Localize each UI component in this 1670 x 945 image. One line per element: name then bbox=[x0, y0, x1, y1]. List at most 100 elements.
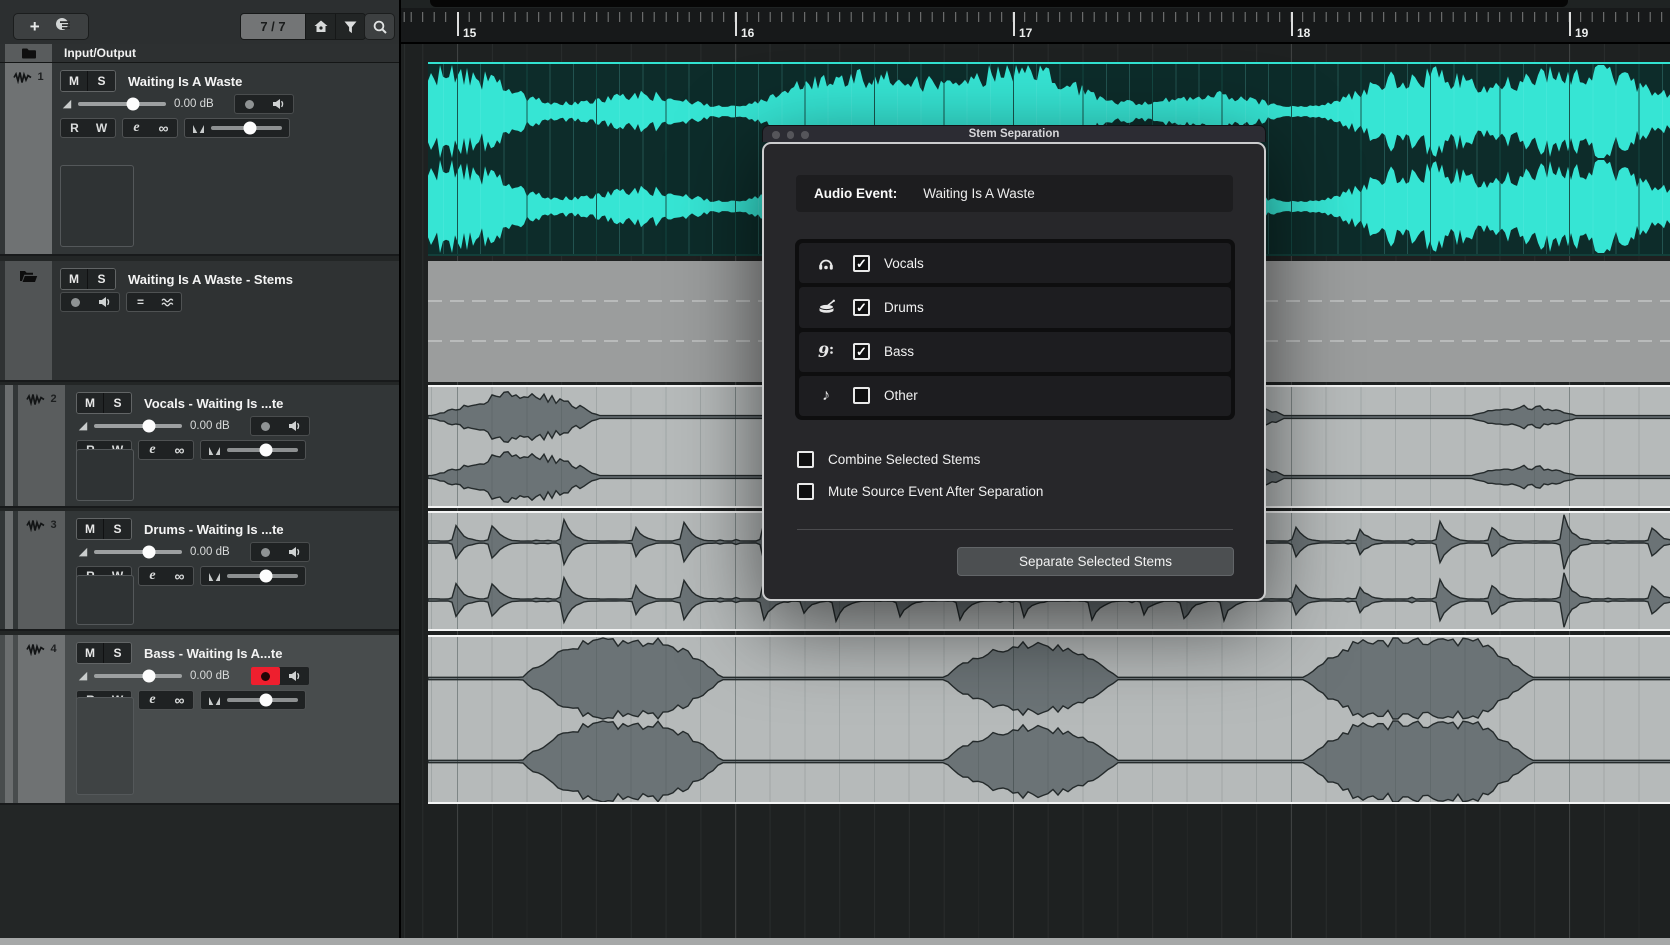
volume-ramp-icon: ◢ bbox=[60, 94, 74, 114]
io-channel-row[interactable]: Input/Output bbox=[0, 44, 399, 63]
stem-row-drums[interactable]: ✓ Drums bbox=[799, 287, 1231, 327]
track-name[interactable]: Vocals - Waiting Is ...te bbox=[144, 396, 283, 411]
track-header-3[interactable]: 3 M S Drums - Waiting Is ...te ◢ 0.00 dB bbox=[0, 511, 399, 631]
track-color-cell[interactable]: 1 bbox=[5, 63, 52, 254]
edit-channel-button[interactable]: e bbox=[139, 692, 166, 708]
track-versions-box[interactable] bbox=[76, 575, 134, 625]
track-header-2[interactable]: 2 M S Vocals - Waiting Is ...te ◢ 0.00 d… bbox=[0, 385, 399, 508]
record-enable-button[interactable] bbox=[251, 417, 280, 435]
drums-checkbox[interactable]: ✓ bbox=[853, 299, 870, 316]
track-name[interactable]: Drums - Waiting Is ...te bbox=[144, 522, 284, 537]
volume-slider[interactable] bbox=[78, 102, 166, 106]
track-color-cell[interactable]: 3 bbox=[18, 511, 65, 629]
combine-stems-checkbox[interactable] bbox=[797, 451, 814, 468]
horizontal-scrollbar[interactable] bbox=[0, 938, 1670, 945]
track-name[interactable]: Waiting Is A Waste bbox=[128, 74, 242, 89]
close-icon[interactable] bbox=[772, 131, 780, 139]
volume-ramp-icon: ◢ bbox=[76, 542, 90, 562]
record-enable-button[interactable] bbox=[251, 543, 280, 561]
read-automation-button[interactable]: R bbox=[61, 121, 88, 135]
track-versions-box[interactable] bbox=[60, 165, 134, 247]
mute-button[interactable]: M bbox=[77, 643, 104, 663]
channel-link-button[interactable]: ∞ bbox=[166, 442, 193, 458]
pan-control[interactable] bbox=[200, 440, 306, 460]
add-track-button[interactable]: + bbox=[30, 14, 40, 39]
solo-button[interactable]: S bbox=[104, 643, 131, 663]
record-enable-button[interactable] bbox=[251, 667, 280, 685]
pan-control[interactable] bbox=[200, 566, 306, 586]
phase-coherent-button[interactable] bbox=[154, 297, 181, 308]
track-color-cell[interactable] bbox=[5, 261, 52, 380]
solo-button[interactable]: S bbox=[88, 71, 115, 91]
other-checkbox[interactable] bbox=[853, 387, 870, 404]
timeline-ruler[interactable]: 15 16 17 18 19 bbox=[401, 8, 1670, 44]
solo-button[interactable]: S bbox=[88, 269, 115, 289]
track-number: 1 bbox=[37, 71, 43, 84]
track-header-4[interactable]: 4 M S Bass - Waiting Is A...te ◢ 0.00 dB bbox=[0, 635, 399, 805]
separate-stems-button[interactable]: Separate Selected Stems bbox=[957, 547, 1234, 576]
monitor-button[interactable] bbox=[280, 543, 309, 561]
dialog-title-bar[interactable]: Stem Separation bbox=[762, 125, 1266, 142]
find-track-button[interactable] bbox=[364, 13, 395, 40]
solo-button[interactable]: S bbox=[104, 393, 131, 413]
track-color-cell[interactable]: 4 bbox=[18, 635, 65, 803]
monitor-button[interactable] bbox=[264, 95, 293, 113]
mute-button[interactable]: M bbox=[77, 393, 104, 413]
bass-checkbox[interactable]: ✓ bbox=[853, 343, 870, 360]
maximize-icon[interactable] bbox=[801, 131, 809, 139]
group-editing-button[interactable]: = bbox=[127, 295, 154, 309]
mute-button[interactable]: M bbox=[61, 71, 88, 91]
track-name[interactable]: Bass - Waiting Is A...te bbox=[144, 646, 282, 661]
monitor-button[interactable] bbox=[90, 293, 119, 311]
track-versions-box[interactable] bbox=[76, 449, 134, 501]
stem-row-bass[interactable]: 9 ✓ Bass bbox=[799, 332, 1231, 372]
track-header-folder[interactable]: M S Waiting Is A Waste - Stems = bbox=[0, 261, 399, 382]
stem-row-vocals[interactable]: ✓ Vocals bbox=[799, 243, 1231, 283]
vocals-checkbox[interactable]: ✓ bbox=[853, 255, 870, 272]
pan-control[interactable] bbox=[184, 118, 290, 138]
edit-group: e ∞ bbox=[122, 118, 178, 138]
channel-link-button[interactable]: ∞ bbox=[150, 120, 177, 136]
track-name[interactable]: Waiting Is A Waste - Stems bbox=[128, 272, 293, 287]
write-automation-button[interactable]: W bbox=[88, 121, 115, 135]
edit-channel-button[interactable]: e bbox=[139, 568, 166, 584]
channel-link-button[interactable]: ∞ bbox=[166, 692, 193, 708]
track-list-toolbar: + 7 / 7 bbox=[0, 0, 399, 44]
track-preset-button[interactable] bbox=[55, 16, 72, 38]
monitor-button[interactable] bbox=[280, 667, 309, 685]
volume-slider[interactable] bbox=[94, 424, 182, 428]
mute-source-checkbox[interactable] bbox=[797, 483, 814, 500]
track-color-cell[interactable]: 2 bbox=[18, 385, 65, 506]
volume-value: 0.00 dB bbox=[190, 420, 244, 432]
group-edit-group: = bbox=[126, 292, 182, 312]
edit-channel-button[interactable]: e bbox=[123, 120, 150, 136]
window-traffic-lights[interactable] bbox=[772, 131, 809, 139]
filter-button[interactable] bbox=[335, 14, 365, 39]
channel-link-button[interactable]: ∞ bbox=[166, 568, 193, 584]
minimize-icon[interactable] bbox=[787, 131, 795, 139]
mute-source-option[interactable]: Mute Source Event After Separation bbox=[797, 483, 1043, 500]
track-header-1[interactable]: 1 M S Waiting Is A Waste ◢ 0.00 dB bbox=[0, 63, 399, 256]
panel-divider[interactable] bbox=[399, 0, 401, 945]
edit-channel-button[interactable]: e bbox=[139, 442, 166, 458]
daw-project-window: 15 16 17 18 19 + 7 / 7 bbox=[0, 0, 1670, 945]
mute-button[interactable]: M bbox=[61, 269, 88, 289]
track-visibility-button[interactable] bbox=[305, 14, 335, 39]
pan-control[interactable] bbox=[200, 690, 306, 710]
solo-button[interactable]: S bbox=[104, 519, 131, 539]
track-versions-box[interactable] bbox=[76, 697, 134, 795]
dialog-body: Audio Event: Waiting Is A Waste ✓ Vocals… bbox=[762, 142, 1266, 601]
volume-slider[interactable] bbox=[94, 550, 182, 554]
record-enable-button[interactable] bbox=[235, 95, 264, 113]
record-enable-button[interactable] bbox=[61, 293, 90, 311]
audio-event-bass[interactable] bbox=[428, 635, 1670, 804]
bar-number: 18 bbox=[1291, 26, 1310, 40]
volume-slider[interactable] bbox=[94, 674, 182, 678]
mute-button[interactable]: M bbox=[77, 519, 104, 539]
combine-stems-option[interactable]: Combine Selected Stems bbox=[797, 451, 1043, 468]
folder-closed-icon bbox=[21, 47, 37, 60]
stem-row-other[interactable]: ♪ Other bbox=[799, 376, 1231, 416]
monitor-button[interactable] bbox=[280, 417, 309, 435]
svg-text:9: 9 bbox=[818, 343, 829, 360]
mute-solo-group: M S bbox=[76, 392, 132, 414]
